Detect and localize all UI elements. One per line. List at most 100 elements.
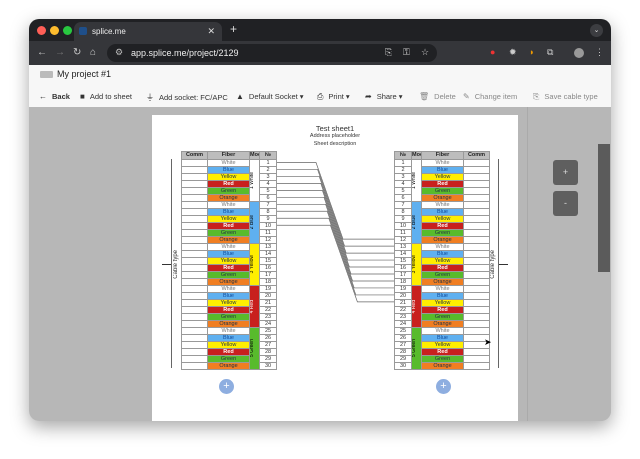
comm-cell[interactable] (181, 348, 208, 356)
comm-cell[interactable] (463, 194, 490, 202)
fiber-cell[interactable]: Blue (421, 292, 464, 300)
comm-cell[interactable] (463, 236, 490, 244)
fiber-cell[interactable]: Green (421, 355, 464, 363)
fiber-cell[interactable]: Blue (207, 292, 250, 300)
vertical-scrollbar[interactable] (598, 144, 610, 272)
comm-cell[interactable] (463, 180, 490, 188)
comm-cell[interactable] (463, 320, 490, 328)
browser-tab[interactable]: splice.me ✕ (74, 22, 222, 41)
close-window-button[interactable] (37, 26, 46, 35)
fiber-cell[interactable]: White (421, 327, 464, 335)
comm-cell[interactable] (181, 208, 208, 216)
fiber-cell[interactable]: Red (421, 180, 464, 188)
fiber-cell[interactable]: Green (421, 229, 464, 237)
fiber-cell[interactable]: Yellow (421, 215, 464, 223)
fiber-cell[interactable]: Blue (207, 208, 250, 216)
bookmark-star-icon[interactable]: ☆ (421, 47, 429, 58)
module-cell[interactable]: 1 White (249, 159, 260, 202)
comm-cell[interactable] (181, 173, 208, 181)
comm-cell[interactable] (181, 271, 208, 279)
splice-line[interactable] (276, 169, 394, 247)
comm-cell[interactable] (463, 222, 490, 230)
close-tab-icon[interactable]: ✕ (207, 26, 215, 37)
forward-nav-icon[interactable]: → (55, 47, 65, 58)
back-button[interactable]: ← Back (39, 92, 70, 101)
comm-cell[interactable] (181, 285, 208, 293)
fiber-cell[interactable]: Red (421, 222, 464, 230)
fiber-cell[interactable]: White (207, 243, 250, 251)
fiber-cell[interactable]: Blue (207, 166, 250, 174)
comm-cell[interactable] (181, 278, 208, 286)
comm-cell[interactable] (463, 229, 490, 237)
password-key-icon[interactable]: ⚿ (403, 47, 410, 58)
fiber-cell[interactable]: White (207, 159, 250, 167)
comm-cell[interactable] (181, 229, 208, 237)
comm-cell[interactable] (463, 271, 490, 279)
comm-cell[interactable] (181, 166, 208, 174)
reload-icon[interactable]: ↻ (73, 47, 81, 58)
fiber-cell[interactable]: Yellow (207, 215, 250, 223)
comm-cell[interactable] (463, 285, 490, 293)
fiber-cell[interactable]: Red (207, 348, 250, 356)
right-add-button[interactable]: + (436, 379, 451, 394)
fiber-cell[interactable]: Green (207, 271, 250, 279)
comm-cell[interactable] (181, 362, 208, 370)
comm-cell[interactable] (463, 187, 490, 195)
delete-button[interactable]: 🗑 Delete (419, 92, 456, 101)
comm-cell[interactable] (181, 334, 208, 342)
module-cell[interactable]: 5 Green (249, 327, 260, 370)
extension-gear-icon[interactable]: ✹ (509, 47, 517, 58)
profile-avatar[interactable] (574, 48, 584, 58)
comm-cell[interactable] (181, 222, 208, 230)
comm-cell[interactable] (463, 173, 490, 181)
tab-search-button[interactable]: ⌄ (590, 24, 603, 37)
fiber-cell[interactable]: Blue (421, 166, 464, 174)
fiber-cell[interactable]: Blue (207, 334, 250, 342)
fiber-cell[interactable]: Orange (421, 320, 464, 328)
comm-cell[interactable] (463, 201, 490, 209)
fiber-cell[interactable]: Green (207, 355, 250, 363)
fiber-cell[interactable]: Orange (421, 236, 464, 244)
new-tab-button[interactable]: + (230, 22, 237, 36)
fiber-cell[interactable]: Red (421, 264, 464, 272)
fiber-cell[interactable]: Red (421, 348, 464, 356)
fiber-cell[interactable]: Red (207, 306, 250, 314)
module-cell[interactable]: 2 Blue (249, 201, 260, 244)
comm-cell[interactable] (181, 257, 208, 265)
fiber-cell[interactable]: White (421, 201, 464, 209)
fiber-cell[interactable]: Green (421, 271, 464, 279)
add-to-sheet-button[interactable]: ■ Add to sheet (80, 92, 132, 101)
share-dropdown[interactable]: ➦ Share ▾ (365, 92, 403, 101)
comm-cell[interactable] (463, 355, 490, 363)
comm-cell[interactable] (463, 362, 490, 370)
comm-cell[interactable] (181, 159, 208, 167)
comm-cell[interactable] (181, 187, 208, 195)
comm-cell[interactable] (463, 159, 490, 167)
comm-cell[interactable] (181, 306, 208, 314)
print-dropdown[interactable]: ⎙ Print ▾ (317, 92, 350, 102)
comm-cell[interactable] (463, 299, 490, 307)
comm-cell[interactable] (181, 264, 208, 272)
module-cell[interactable]: 4 Red (249, 285, 260, 328)
comm-cell[interactable] (181, 215, 208, 223)
fiber-cell[interactable]: Orange (421, 194, 464, 202)
left-add-button[interactable]: + (219, 379, 234, 394)
fiber-cell[interactable]: White (207, 327, 250, 335)
fiber-cell[interactable]: Yellow (207, 257, 250, 265)
add-socket-button[interactable]: ⏚ Add socket: FC/APC (146, 92, 228, 103)
change-item-button[interactable]: ✎ Change item (463, 92, 517, 101)
translate-icon[interactable]: ⎘ (385, 47, 392, 58)
save-cable-type-button[interactable]: ⎘ Save cable type (533, 92, 598, 102)
fiber-cell[interactable]: Green (207, 187, 250, 195)
comm-cell[interactable] (463, 250, 490, 258)
fiber-cell[interactable]: Red (207, 222, 250, 230)
comm-cell[interactable] (181, 327, 208, 335)
fiber-cell[interactable]: Orange (207, 278, 250, 286)
fiber-cell[interactable]: Green (421, 313, 464, 321)
module-cell[interactable]: 2 Blue (411, 201, 422, 244)
fiber-cell[interactable]: Orange (207, 362, 250, 370)
extension-shield-icon[interactable]: ● (490, 47, 495, 57)
right-cable-type-label[interactable]: Cable type (490, 250, 496, 279)
fiber-cell[interactable]: White (207, 285, 250, 293)
module-cell[interactable]: 5 Green (411, 327, 422, 370)
